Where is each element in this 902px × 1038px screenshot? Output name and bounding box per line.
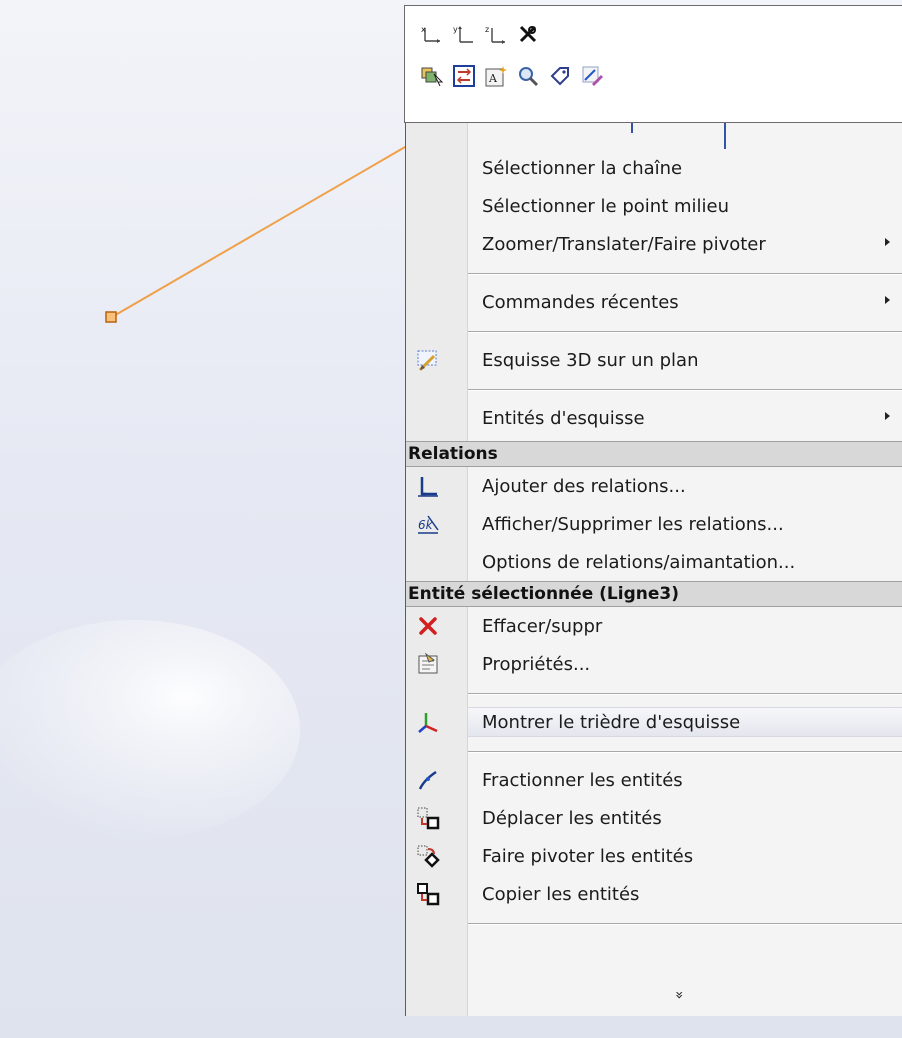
menu-item-sketch-entities[interactable]: Entités d'esquisse	[406, 399, 902, 437]
menu-item-copy-entities[interactable]: Copier les entités	[406, 875, 902, 913]
menu-item-label: Déplacer les entités	[482, 807, 662, 829]
z-axis-icon[interactable]: z	[483, 20, 509, 48]
y-axis-icon[interactable]: y	[451, 20, 477, 48]
menu-item-label: Commandes récentes	[482, 291, 679, 313]
sketch-line[interactable]	[111, 117, 456, 318]
submenu-arrow-icon	[885, 296, 890, 304]
menu-item-label: Esquisse 3D sur un plan	[482, 349, 699, 371]
section-header-selected-entity: Entité sélectionnée (Ligne3)	[406, 581, 902, 607]
relation-tool-icon[interactable]	[515, 20, 541, 48]
menu-item-show-sketch-triad[interactable]: Montrer le trièdre d'esquisse	[406, 703, 902, 741]
menu-item-select-chain[interactable]: Sélectionner la chaîne	[406, 149, 902, 187]
svg-text:y: y	[453, 25, 458, 34]
submenu-arrow-icon	[885, 238, 890, 246]
context-toolbar: x y z A	[404, 5, 902, 123]
parallel-icon[interactable]	[451, 62, 477, 90]
menu-item-properties[interactable]: Propriétés...	[406, 645, 902, 683]
zoom-icon[interactable]	[515, 62, 541, 90]
menu-item-label: Entités d'esquisse	[482, 407, 645, 429]
rotate-entities-icon	[414, 842, 442, 870]
text-note-icon[interactable]: A	[483, 62, 509, 90]
properties-icon	[414, 650, 442, 678]
menu-separator	[406, 263, 902, 283]
menu-item-label: Ajouter des relations...	[482, 475, 686, 497]
menu-item-move-entities[interactable]: Déplacer les entités	[406, 799, 902, 837]
menu-item-recent-commands[interactable]: Commandes récentes	[406, 283, 902, 321]
svg-text:x: x	[421, 25, 426, 34]
context-menu: Sélectionner la chaîne Sélectionner le p…	[405, 123, 902, 1016]
sketch-3d-plane-icon	[414, 346, 442, 374]
menu-item-display-delete-relations[interactable]: 6k Afficher/Supprimer les relations...	[406, 505, 902, 543]
menu-item-add-relations[interactable]: Ajouter des relations...	[406, 467, 902, 505]
add-relation-icon	[414, 472, 442, 500]
menu-item-label: Propriétés...	[482, 653, 591, 675]
menu-item-label: Fractionner les entités	[482, 769, 683, 791]
menu-item-delete[interactable]: Effacer/suppr	[406, 607, 902, 645]
menu-separator	[406, 741, 902, 761]
menu-item-select-midpoint[interactable]: Sélectionner le point milieu	[406, 187, 902, 225]
copy-entities-icon	[414, 880, 442, 908]
menu-separator	[406, 913, 902, 933]
display-relations-icon: 6k	[414, 510, 442, 538]
menu-item-label: Effacer/suppr	[482, 615, 603, 637]
menu-item-label: Zoomer/Translater/Faire pivoter	[482, 233, 766, 255]
select-arrow-icon[interactable]	[419, 62, 445, 90]
menu-separator	[406, 683, 902, 703]
menu-item-label: Options de relations/aimantation...	[482, 551, 796, 573]
menu-item-label: Afficher/Supprimer les relations...	[482, 513, 784, 535]
sketch-edit-icon[interactable]	[579, 62, 605, 90]
menu-item-label: Sélectionner le point milieu	[482, 195, 729, 217]
tag-icon[interactable]	[547, 62, 573, 90]
svg-text:z: z	[485, 25, 489, 34]
menu-separator	[406, 321, 902, 341]
menu-item-3d-sketch-on-plane[interactable]: Esquisse 3D sur un plan	[406, 341, 902, 379]
expand-menu-chevron-icon[interactable]: »	[671, 985, 687, 1005]
menu-item-label: Faire pivoter les entités	[482, 845, 694, 867]
x-axis-icon[interactable]: x	[419, 20, 445, 48]
menu-item-rotate-entities[interactable]: Faire pivoter les entités	[406, 837, 902, 875]
menu-item-label: Copier les entités	[482, 883, 640, 905]
menu-item-zoom-pan-rotate[interactable]: Zoomer/Translater/Faire pivoter	[406, 225, 902, 263]
split-entities-icon	[414, 766, 442, 794]
move-entities-icon	[414, 804, 442, 832]
line-endpoint[interactable]	[105, 311, 117, 323]
menu-item-relation-snap-options[interactable]: Options de relations/aimantation...	[406, 543, 902, 581]
menu-item-label: Sélectionner la chaîne	[482, 157, 683, 179]
svg-text:A: A	[488, 72, 498, 85]
triad-icon	[414, 708, 442, 736]
section-header-relations: Relations	[406, 441, 902, 467]
menu-top-strip	[406, 123, 902, 149]
menu-separator	[406, 379, 902, 399]
menu-item-split-entities[interactable]: Fractionner les entités	[406, 761, 902, 799]
submenu-arrow-icon	[885, 412, 890, 420]
delete-x-icon	[414, 612, 442, 640]
menu-item-label: Montrer le trièdre d'esquisse	[482, 711, 741, 733]
